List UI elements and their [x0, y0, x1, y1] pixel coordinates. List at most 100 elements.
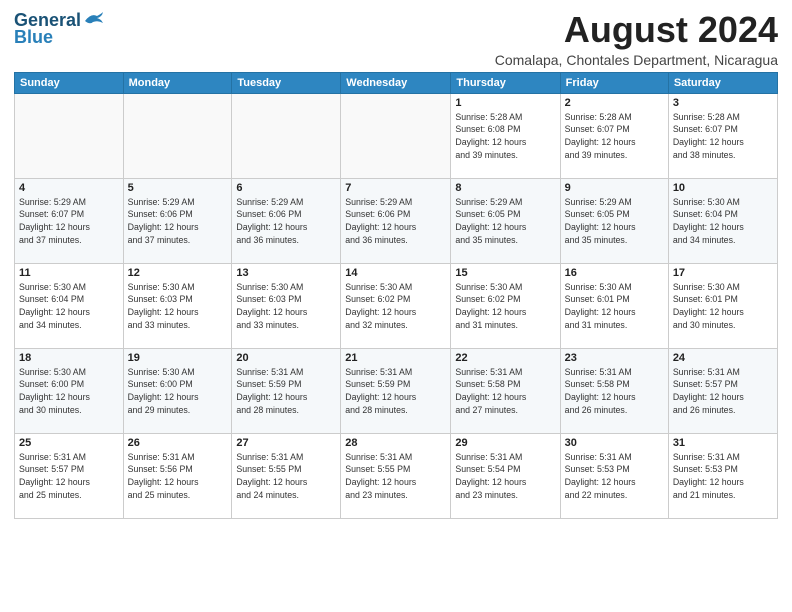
logo-blue: Blue: [14, 27, 53, 48]
day-info: Sunrise: 5:31 AM Sunset: 5:54 PM Dayligh…: [455, 451, 555, 502]
day-number: 5: [128, 182, 228, 194]
day-info: Sunrise: 5:30 AM Sunset: 6:04 PM Dayligh…: [673, 196, 773, 247]
day-number: 19: [128, 352, 228, 364]
day-info: Sunrise: 5:30 AM Sunset: 6:03 PM Dayligh…: [236, 281, 336, 332]
day-number: 14: [345, 267, 446, 279]
day-info: Sunrise: 5:28 AM Sunset: 6:08 PM Dayligh…: [455, 111, 555, 162]
day-number: 8: [455, 182, 555, 194]
table-row: 19Sunrise: 5:30 AM Sunset: 6:00 PM Dayli…: [123, 348, 232, 433]
table-row: 2Sunrise: 5:28 AM Sunset: 6:07 PM Daylig…: [560, 93, 668, 178]
day-number: 31: [673, 437, 773, 449]
day-number: 7: [345, 182, 446, 194]
table-row: 24 Sunrise: 5:31 AM Sunset: 5:57 PM Dayli…: [668, 348, 777, 433]
day-number: 27: [236, 437, 336, 449]
day-number: 22: [455, 352, 555, 364]
header-tuesday: Tuesday: [232, 72, 341, 93]
table-row: 23 Sunrise: 5:31 AM Sunset: 5:58 PM Dayli…: [560, 348, 668, 433]
table-row: 20Sunrise: 5:31 AM Sunset: 5:59 PM Dayli…: [232, 348, 341, 433]
calendar-header-row: Sunday Monday Tuesday Wednesday Thursday…: [15, 72, 778, 93]
day-number: 1: [455, 97, 555, 109]
table-row: 5 Sunrise: 5:29 AM Sunset: 6:06 PM Daylig…: [123, 178, 232, 263]
header-wednesday: Wednesday: [341, 72, 451, 93]
day-number: 18: [19, 352, 119, 364]
table-row: 28Sunrise: 5:31 AM Sunset: 5:55 PM Dayli…: [341, 433, 451, 518]
day-number: 12: [128, 267, 228, 279]
day-number: 13: [236, 267, 336, 279]
day-info: Sunrise: 5:28 AM Sunset: 6:07 PM Dayligh…: [673, 111, 773, 162]
page: General Blue August 2024 Comalapa, Chont…: [0, 0, 792, 612]
table-row: [341, 93, 451, 178]
table-row: 31 Sunrise: 5:31 AM Sunset: 5:53 PM Dayli…: [668, 433, 777, 518]
table-row: [232, 93, 341, 178]
day-number: 29: [455, 437, 555, 449]
table-row: 30Sunrise: 5:31 AM Sunset: 5:53 PM Dayli…: [560, 433, 668, 518]
header-friday: Friday: [560, 72, 668, 93]
header-monday: Monday: [123, 72, 232, 93]
day-number: 26: [128, 437, 228, 449]
day-number: 11: [19, 267, 119, 279]
day-info: Sunrise: 5:30 AM Sunset: 6:03 PM Dayligh…: [128, 281, 228, 332]
day-number: 28: [345, 437, 446, 449]
table-row: 1 Sunrise: 5:28 AM Sunset: 6:08 PM Daylig…: [451, 93, 560, 178]
title-block: August 2024 Comalapa, Chontales Departme…: [495, 10, 778, 68]
day-number: 9: [565, 182, 664, 194]
day-number: 4: [19, 182, 119, 194]
table-row: 18 Sunrise: 5:30 AM Sunset: 6:00 PM Dayli…: [15, 348, 124, 433]
table-row: 26 Sunrise: 5:31 AM Sunset: 5:56 PM Dayli…: [123, 433, 232, 518]
day-info: Sunrise: 5:31 AM Sunset: 5:58 PM Dayligh…: [455, 366, 555, 417]
day-info: Sunrise: 5:29 AM Sunset: 6:07 PM Dayligh…: [19, 196, 119, 247]
day-info: Sunrise: 5:31 AM Sunset: 5:53 PM Dayligh…: [565, 451, 664, 502]
calendar-week-3: 11 Sunrise: 5:30 AM Sunset: 6:04 PM Dayli…: [15, 263, 778, 348]
header-sunday: Sunday: [15, 72, 124, 93]
day-info: Sunrise: 5:31 AM Sunset: 5:58 PM Dayligh…: [565, 366, 664, 417]
day-number: 24: [673, 352, 773, 364]
day-number: 3: [673, 97, 773, 109]
table-row: 29 Sunrise: 5:31 AM Sunset: 5:54 PM Dayli…: [451, 433, 560, 518]
day-info: Sunrise: 5:28 AM Sunset: 6:07 PM Dayligh…: [565, 111, 664, 162]
day-info: Sunrise: 5:31 AM Sunset: 5:53 PM Dayligh…: [673, 451, 773, 502]
day-number: 23: [565, 352, 664, 364]
table-row: 16Sunrise: 5:30 AM Sunset: 6:01 PM Dayli…: [560, 263, 668, 348]
day-info: Sunrise: 5:30 AM Sunset: 6:04 PM Dayligh…: [19, 281, 119, 332]
table-row: 17Sunrise: 5:30 AM Sunset: 6:01 PM Dayli…: [668, 263, 777, 348]
table-row: 8Sunrise: 5:29 AM Sunset: 6:05 PM Daylig…: [451, 178, 560, 263]
day-info: Sunrise: 5:31 AM Sunset: 5:57 PM Dayligh…: [673, 366, 773, 417]
table-row: 6 Sunrise: 5:29 AM Sunset: 6:06 PM Daylig…: [232, 178, 341, 263]
month-year-title: August 2024: [495, 10, 778, 50]
day-number: 15: [455, 267, 555, 279]
table-row: 12 Sunrise: 5:30 AM Sunset: 6:03 PM Dayli…: [123, 263, 232, 348]
table-row: [15, 93, 124, 178]
table-row: 13 Sunrise: 5:30 AM Sunset: 6:03 PM Dayli…: [232, 263, 341, 348]
day-info: Sunrise: 5:29 AM Sunset: 6:05 PM Dayligh…: [565, 196, 664, 247]
table-row: 10 Sunrise: 5:30 AM Sunset: 6:04 PM Dayli…: [668, 178, 777, 263]
calendar-week-1: 1 Sunrise: 5:28 AM Sunset: 6:08 PM Daylig…: [15, 93, 778, 178]
calendar-week-2: 4 Sunrise: 5:29 AM Sunset: 6:07 PM Daylig…: [15, 178, 778, 263]
day-number: 6: [236, 182, 336, 194]
day-info: Sunrise: 5:31 AM Sunset: 5:59 PM Dayligh…: [236, 366, 336, 417]
table-row: 15Sunrise: 5:30 AM Sunset: 6:02 PM Dayli…: [451, 263, 560, 348]
table-row: 14Sunrise: 5:30 AM Sunset: 6:02 PM Dayli…: [341, 263, 451, 348]
table-row: 22 Sunrise: 5:31 AM Sunset: 5:58 PM Dayli…: [451, 348, 560, 433]
day-info: Sunrise: 5:31 AM Sunset: 5:57 PM Dayligh…: [19, 451, 119, 502]
day-info: Sunrise: 5:31 AM Sunset: 5:55 PM Dayligh…: [236, 451, 336, 502]
table-row: 9 Sunrise: 5:29 AM Sunset: 6:05 PM Daylig…: [560, 178, 668, 263]
calendar-week-4: 18 Sunrise: 5:30 AM Sunset: 6:00 PM Dayli…: [15, 348, 778, 433]
day-number: 21: [345, 352, 446, 364]
day-info: Sunrise: 5:31 AM Sunset: 5:59 PM Dayligh…: [345, 366, 446, 417]
calendar-table: Sunday Monday Tuesday Wednesday Thursday…: [14, 72, 778, 519]
logo-bird-icon: [83, 11, 105, 29]
day-info: Sunrise: 5:30 AM Sunset: 6:00 PM Dayligh…: [19, 366, 119, 417]
day-number: 10: [673, 182, 773, 194]
calendar-week-5: 25Sunrise: 5:31 AM Sunset: 5:57 PM Dayli…: [15, 433, 778, 518]
logo: General Blue: [14, 10, 105, 48]
day-info: Sunrise: 5:30 AM Sunset: 6:01 PM Dayligh…: [673, 281, 773, 332]
table-row: 21 Sunrise: 5:31 AM Sunset: 5:59 PM Dayli…: [341, 348, 451, 433]
day-info: Sunrise: 5:30 AM Sunset: 6:01 PM Dayligh…: [565, 281, 664, 332]
day-info: Sunrise: 5:29 AM Sunset: 6:06 PM Dayligh…: [236, 196, 336, 247]
day-info: Sunrise: 5:29 AM Sunset: 6:06 PM Dayligh…: [345, 196, 446, 247]
header-saturday: Saturday: [668, 72, 777, 93]
table-row: 27 Sunrise: 5:31 AM Sunset: 5:55 PM Dayli…: [232, 433, 341, 518]
day-info: Sunrise: 5:29 AM Sunset: 6:06 PM Dayligh…: [128, 196, 228, 247]
location-subtitle: Comalapa, Chontales Department, Nicaragu…: [495, 52, 778, 68]
day-info: Sunrise: 5:31 AM Sunset: 5:56 PM Dayligh…: [128, 451, 228, 502]
